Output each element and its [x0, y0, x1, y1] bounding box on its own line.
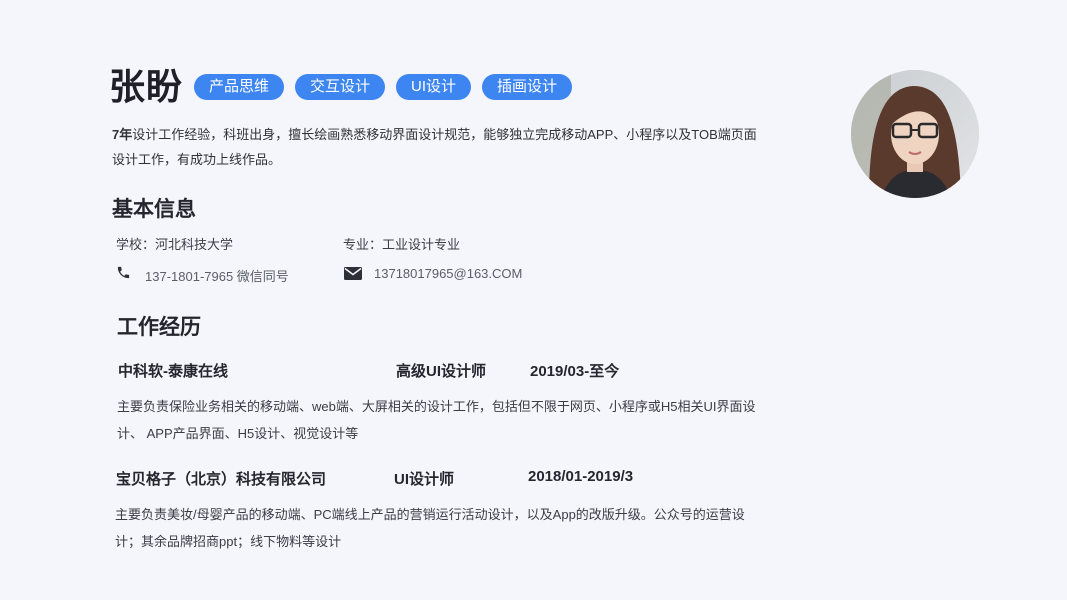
experience-years: 7年	[112, 127, 133, 142]
skill-tag: UI设计	[396, 74, 472, 100]
skill-tag: 产品思维	[194, 74, 285, 100]
basic-info-title: 基本信息	[112, 198, 196, 221]
email-address: 13718017965@163.COM	[374, 266, 523, 281]
phone-number: 137-1801-7965 微信同号	[145, 269, 289, 284]
job-period: 2019/03-至今	[530, 363, 620, 380]
summary-text: 设计工作经验，科班出身，擅长绘画熟悉移动界面设计规范，能够独立完成移动APP、小…	[112, 127, 757, 167]
avatar-photo	[851, 70, 979, 198]
candidate-name: 张盼	[109, 66, 184, 107]
job-company: 中科软-泰康在线	[118, 363, 228, 380]
job-period: 2018/01-2019/3	[528, 468, 634, 485]
job-role: UI设计师	[394, 471, 455, 488]
job-role: 高级UI设计师	[396, 363, 487, 380]
school-info: 学校：河北科技大学	[116, 237, 234, 252]
skill-tag: 交互设计	[295, 74, 386, 100]
major-info: 专业：工业设计专业	[343, 237, 461, 252]
summary-paragraph: 7年设计工作经验，科班出身，擅长绘画熟悉移动界面设计规范，能够独立完成移动APP…	[112, 122, 762, 172]
resume-page: 张盼 产品思维 交互设计 UI设计 插画设计 7年设计工作经验，科班出身，擅长绘…	[0, 0, 1067, 600]
job-company: 宝贝格子（北京）科技有限公司	[116, 471, 327, 488]
skill-tag: 插画设计	[482, 74, 573, 100]
work-experience-title: 工作经历	[117, 316, 201, 339]
job-description: 主要负责美妆/母婴产品的移动端、PC端线上产品的营销运行活动设计，以及App的改…	[115, 507, 745, 549]
job-description: 主要负责保险业务相关的移动端、web端、大屏相关的设计工作，包括但不限于网页、小…	[117, 399, 756, 441]
skill-tags: 产品思维 交互设计 UI设计 插画设计	[194, 74, 573, 100]
phone-icon	[116, 265, 131, 285]
avatar-image	[851, 70, 979, 198]
mail-icon	[344, 267, 362, 285]
